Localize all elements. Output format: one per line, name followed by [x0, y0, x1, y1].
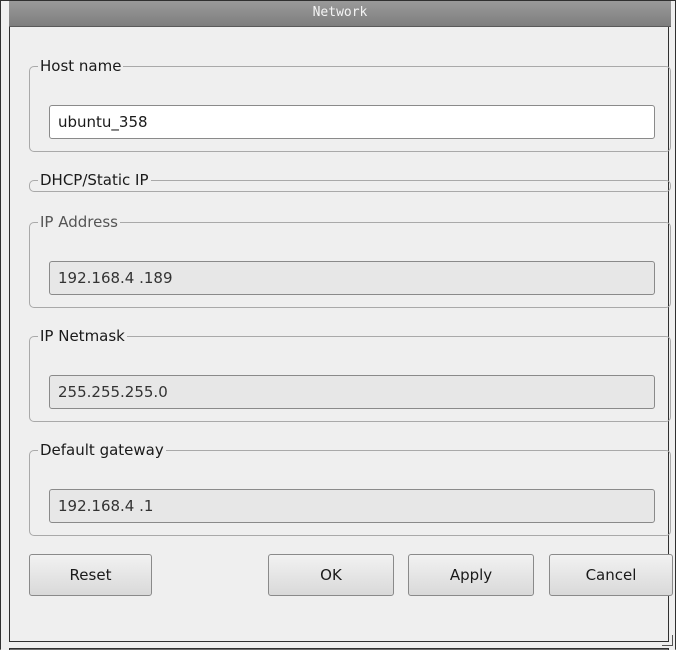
host-name-input[interactable]: ubuntu_358 — [49, 105, 655, 139]
ip-netmask-legend: IP Netmask — [40, 327, 125, 345]
dhcp-static-ip-legend[interactable]: DHCP/Static IP — [38, 172, 151, 188]
host-name-group: Host name ubuntu_358 — [29, 58, 671, 152]
ip-netmask-field[interactable]: 255.255.255.0 — [49, 375, 655, 409]
cancel-button[interactable]: Cancel — [549, 554, 673, 596]
reset-button[interactable]: Reset — [29, 554, 152, 596]
window-title: Network — [312, 5, 368, 20]
title-bar[interactable]: Network — [9, 1, 671, 27]
network-dialog: Network Host name ubuntu_358 DHCP/Static… — [0, 0, 676, 650]
window-bottom-border[interactable] — [9, 641, 669, 648]
apply-button[interactable]: Apply — [408, 554, 534, 596]
host-name-legend: Host name — [40, 57, 122, 75]
resize-grip-icon[interactable] — [662, 635, 673, 646]
ip-address-legend: IP Address — [40, 213, 118, 231]
window-left-border[interactable] — [1, 1, 10, 650]
dhcp-static-ip-group[interactable]: DHCP/Static IP — [29, 172, 671, 192]
ip-address-field[interactable]: 192.168.4 .189 — [49, 261, 655, 295]
default-gateway-group: Default gateway 192.168.4 .1 — [29, 442, 671, 536]
ip-address-group: IP Address 192.168.4 .189 — [29, 214, 671, 308]
default-gateway-field[interactable]: 192.168.4 .1 — [49, 489, 655, 523]
ip-netmask-group: IP Netmask 255.255.255.0 — [29, 328, 671, 422]
ok-button[interactable]: OK — [268, 554, 394, 596]
default-gateway-legend: Default gateway — [40, 441, 164, 459]
